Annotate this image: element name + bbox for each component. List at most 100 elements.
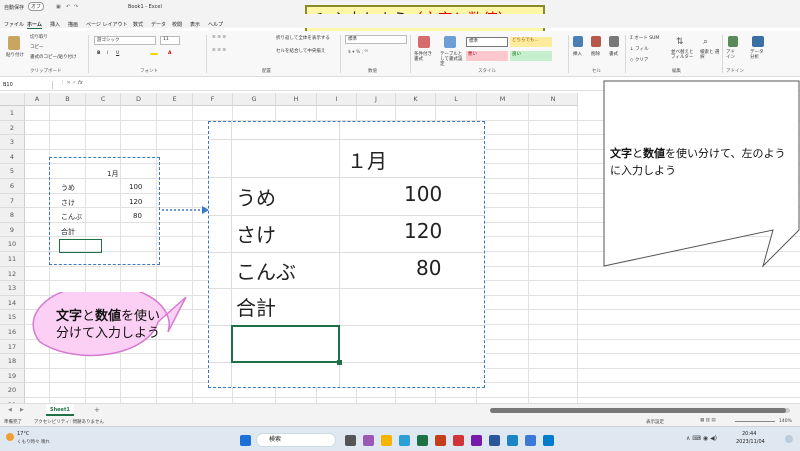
cell-b8[interactable]: こんぶ <box>61 212 82 222</box>
column-header-b[interactable]: B <box>50 93 86 106</box>
row-header-12[interactable]: 12 <box>0 266 25 282</box>
conditional-format-button[interactable]: 条件付き書式 <box>414 52 436 62</box>
column-header-k[interactable]: K <box>396 93 436 106</box>
insert-cells-icon[interactable] <box>573 36 583 47</box>
row-header-7[interactable]: 7 <box>0 193 25 209</box>
column-header-d[interactable]: D <box>121 93 157 106</box>
align-left-icon[interactable]: ≡ ≡ ≡ <box>212 48 226 53</box>
sheet-nav-next-icon[interactable]: ▶ <box>20 407 24 413</box>
system-tray-icons[interactable]: ∧ ⌨ ◉ ◀) <box>686 435 717 442</box>
vscode-icon[interactable] <box>543 435 554 446</box>
teams-icon[interactable] <box>363 435 374 446</box>
cell-b6[interactable]: うめ <box>61 183 75 193</box>
save-icon[interactable]: ▣ <box>56 4 61 10</box>
italic-button[interactable]: I <box>107 51 108 56</box>
merge-center-button[interactable]: セルを結合して中央揃え <box>276 48 325 54</box>
cell-b9[interactable]: 合計 <box>61 227 75 237</box>
row-header-2[interactable]: 2 <box>0 120 25 136</box>
sort-filter-button[interactable]: 並べ替えと フィルター <box>671 50 697 60</box>
sheet-tab-sheet1[interactable]: Sheet1 <box>46 404 74 416</box>
weather-temp[interactable]: 17°C <box>17 431 29 437</box>
row-header-18[interactable]: 18 <box>0 354 25 369</box>
row-header-17[interactable]: 17 <box>0 339 25 355</box>
column-header-n[interactable]: N <box>529 93 578 106</box>
tab-home[interactable]: ホーム <box>27 21 42 29</box>
undo-icon[interactable]: ↶ <box>66 4 70 10</box>
row-header-16[interactable]: 16 <box>0 325 25 340</box>
display-settings-button[interactable]: 表示設定 <box>646 419 664 425</box>
font-name-select[interactable]: 游ゴシック <box>94 36 156 45</box>
column-header-c[interactable]: C <box>86 93 121 106</box>
conditional-format-icon[interactable] <box>418 36 430 48</box>
row-header-1[interactable]: 1 <box>0 106 25 121</box>
paste-label[interactable]: 貼り付け <box>6 52 24 58</box>
tab-data[interactable]: データ <box>151 21 166 28</box>
tab-formulas[interactable]: 数式 <box>133 21 143 28</box>
onenote-icon[interactable] <box>471 435 482 446</box>
horizontal-scroll-thumb[interactable] <box>490 408 786 413</box>
format-painter-button[interactable]: 書式のコピー/貼り付け <box>30 54 77 60</box>
zoom-level[interactable]: 140% <box>779 419 792 424</box>
horizontal-scrollbar[interactable] <box>490 408 790 413</box>
sheet-nav-prev-icon[interactable]: ◀ <box>8 407 12 413</box>
select-all-corner[interactable] <box>0 93 25 106</box>
row-header-15[interactable]: 15 <box>0 310 25 325</box>
row-header-11[interactable]: 11 <box>0 252 25 267</box>
row-header-19[interactable]: 19 <box>0 368 25 384</box>
row-header-8[interactable]: 8 <box>0 208 25 223</box>
clock-date[interactable]: 2023/11/04 <box>736 439 765 445</box>
tab-view[interactable]: 表示 <box>190 21 200 28</box>
column-header-e[interactable]: E <box>157 93 193 106</box>
clear-button[interactable]: ◇ クリア <box>630 57 648 63</box>
column-header-i[interactable]: I <box>317 93 357 106</box>
autosum-button[interactable]: Σ オート SUM <box>630 35 659 41</box>
find-select-icon[interactable]: ⌕ <box>703 37 708 47</box>
task-view-icon[interactable] <box>345 435 356 446</box>
delete-cells-icon[interactable] <box>591 36 601 47</box>
office-icon[interactable] <box>453 435 464 446</box>
paint-icon[interactable] <box>507 435 518 446</box>
number-format-select[interactable]: 標準 <box>345 35 407 44</box>
edge-icon[interactable] <box>399 435 410 446</box>
style-bad[interactable]: 悪い <box>466 51 508 61</box>
accessibility-status[interactable]: アクセシビリティ: 問題ありません <box>34 419 104 425</box>
zoom-slider[interactable] <box>735 421 775 422</box>
sort-filter-icon[interactable]: ⇅ <box>676 37 684 47</box>
column-header-j[interactable]: J <box>357 93 396 106</box>
column-header-f[interactable]: F <box>193 93 233 106</box>
format-cells-button[interactable]: 書式 <box>609 51 618 57</box>
cell-c8[interactable]: 80 <box>133 212 142 220</box>
find-select-button[interactable]: 検索と 選択 <box>700 50 722 60</box>
redo-icon[interactable]: ↷ <box>74 4 78 10</box>
explorer-icon[interactable] <box>381 435 392 446</box>
fill-color-icon[interactable] <box>150 53 158 55</box>
table-format-icon[interactable] <box>444 36 456 48</box>
row-header-3[interactable]: 3 <box>0 135 25 150</box>
fill-button[interactable]: ↓ フィル <box>630 46 649 52</box>
insert-cells-button[interactable]: 挿入 <box>573 51 582 57</box>
cell-b7[interactable]: さけ <box>61 198 75 208</box>
data-analysis-icon[interactable] <box>752 36 764 47</box>
style-neutral[interactable]: どちらでも... <box>510 37 552 47</box>
copy-button[interactable]: コピー <box>30 44 44 50</box>
format-cells-icon[interactable] <box>609 36 619 47</box>
font-size-select[interactable]: 11 <box>160 36 180 45</box>
tab-file[interactable]: ファイル <box>4 21 24 28</box>
style-good[interactable]: 良い <box>510 51 552 61</box>
taskbar-search[interactable]: 検索 <box>256 433 336 447</box>
active-cell-b10[interactable] <box>59 239 102 253</box>
column-header-m[interactable]: M <box>477 93 529 106</box>
store-icon[interactable] <box>525 435 536 446</box>
addin-icon[interactable] <box>728 36 738 47</box>
tab-insert[interactable]: 挿入 <box>50 21 60 28</box>
column-header-h[interactable]: H <box>276 93 317 106</box>
column-header-a[interactable]: A <box>25 93 50 106</box>
row-header-13[interactable]: 13 <box>0 281 25 296</box>
weather-desc[interactable]: くもり時々 晴れ <box>17 439 50 445</box>
row-header-6[interactable]: 6 <box>0 179 25 194</box>
align-top-icon[interactable]: ≡ ≡ ≡ <box>212 35 226 40</box>
delete-cells-button[interactable]: 削除 <box>591 51 600 57</box>
row-header-20[interactable]: 20 <box>0 383 25 398</box>
start-windows-icon[interactable] <box>240 435 251 446</box>
bold-button[interactable]: B <box>97 51 100 56</box>
